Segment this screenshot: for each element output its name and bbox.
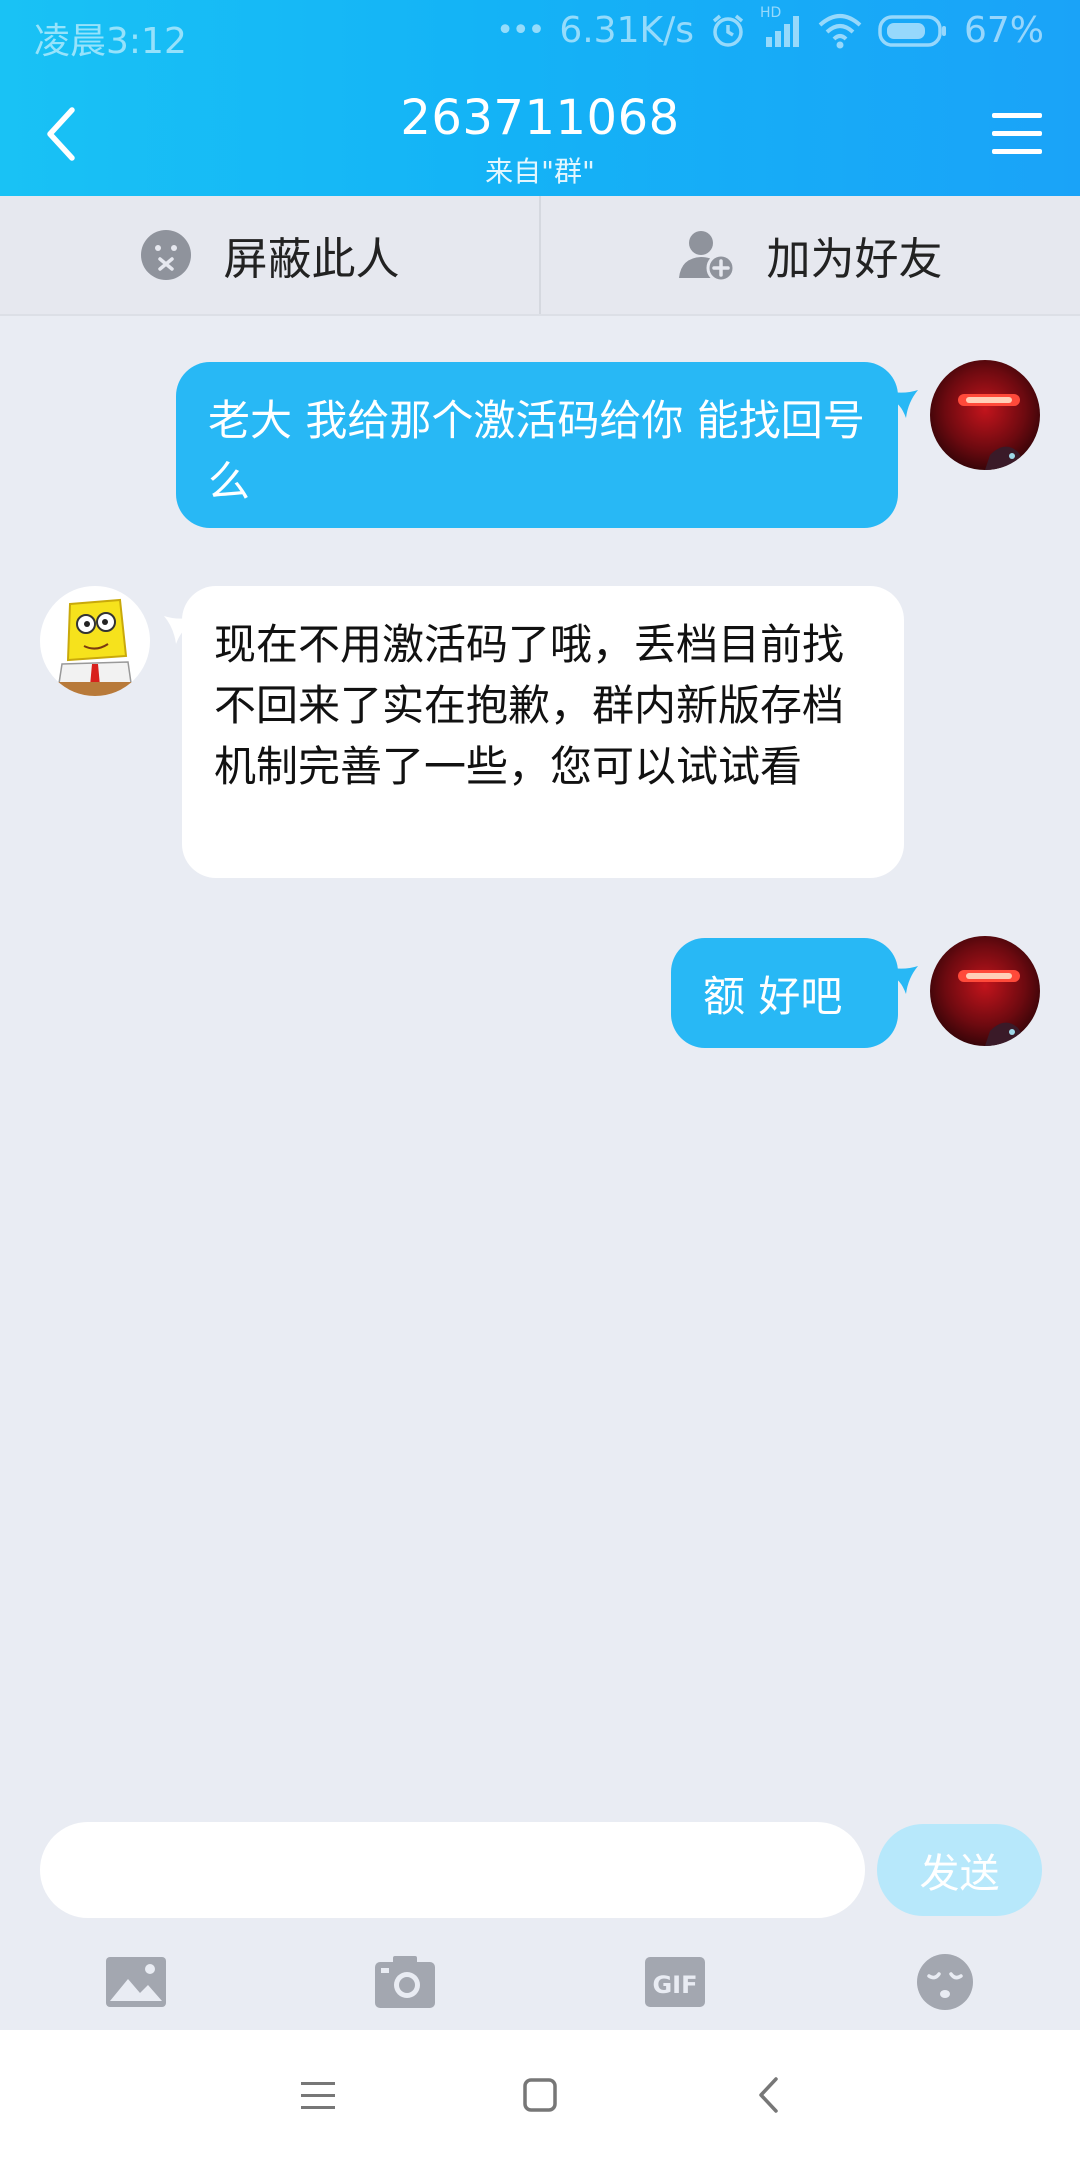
alarm-icon <box>710 13 746 49</box>
message-bubble-sent[interactable]: 老大 我给那个激活码给你 能找回号么 <box>176 362 898 528</box>
avatar-image <box>40 586 150 696</box>
camera-icon <box>375 1956 435 2008</box>
nav-menu-button[interactable] <box>283 2060 353 2130</box>
network-speed: 6.31K/s <box>559 10 694 51</box>
status-time: 凌晨3:12 <box>34 21 187 62</box>
svg-text:GIF: GIF <box>652 1971 697 1999</box>
menu-icon <box>301 2082 335 2109</box>
system-nav-bar <box>0 2030 1080 2160</box>
avatar-other[interactable] <box>40 586 150 696</box>
avatar-self[interactable] <box>930 360 1040 470</box>
message-input[interactable] <box>40 1822 865 1918</box>
home-icon <box>523 2078 557 2112</box>
add-friend-label: 加为好友 <box>766 234 943 285</box>
message-text: 老大 我给那个激活码给你 能找回号么 <box>208 396 865 506</box>
bubble-tail <box>892 390 918 418</box>
battery-icon <box>878 14 948 48</box>
block-user-label: 屏蔽此人 <box>223 234 400 285</box>
nav-home-button[interactable] <box>505 2060 575 2130</box>
chat-title: 263711068 <box>400 90 680 146</box>
title-bar: 263711068 来自"群" <box>0 68 1080 196</box>
message-bubble-sent[interactable]: 额 好吧 <box>671 938 898 1048</box>
image-button[interactable] <box>96 1940 176 2024</box>
image-icon <box>106 1957 166 2007</box>
input-toolbar: GIF <box>0 1940 1080 2024</box>
action-bar: 屏蔽此人 加为好友 <box>0 196 1080 316</box>
gif-button[interactable]: GIF <box>635 1940 715 2024</box>
emoji-icon <box>917 1954 973 2010</box>
avatar-image <box>930 360 1040 470</box>
back-icon <box>759 2077 778 2113</box>
menu-button[interactable] <box>984 100 1050 166</box>
send-button[interactable]: 发送 <box>877 1824 1042 1916</box>
add-friend-icon <box>678 231 735 282</box>
status-icons: ••• 6.31K/s HD 67% <box>496 5 1044 52</box>
app-header: 凌晨3:12 ••• 6.31K/s HD 67% 263711068 来自"群 <box>0 0 1080 196</box>
camera-button[interactable] <box>365 1940 445 2024</box>
message-bubble-received[interactable]: 现在不用激活码了哦，丢档目前找不回来了实在抱歉，群内新版存档机制完善了一些，您可… <box>182 586 904 878</box>
signal-hd-label: HD <box>759 4 782 21</box>
avatar-image <box>930 936 1040 1046</box>
more-dots: ••• <box>496 13 545 48</box>
bubble-tail <box>892 966 918 994</box>
hamburger-icon <box>992 113 1042 154</box>
nav-back-button[interactable] <box>733 2060 803 2130</box>
message-text: 额 好吧 <box>703 972 843 1021</box>
wifi-icon <box>818 13 862 49</box>
signal-icon: HD <box>760 5 802 49</box>
message-text: 现在不用激活码了哦，丢档目前找不回来了实在抱歉，群内新版存档机制完善了一些，您可… <box>214 620 845 791</box>
battery-percent: 67% <box>963 10 1044 51</box>
block-face-icon <box>140 230 191 280</box>
emoji-button[interactable] <box>905 1940 985 2024</box>
block-user-button[interactable]: 屏蔽此人 <box>0 196 539 314</box>
avatar-self[interactable] <box>930 936 1040 1046</box>
add-friend-button[interactable]: 加为好友 <box>541 196 1080 314</box>
chat-subtitle: 来自"群" <box>485 155 595 188</box>
gif-icon: GIF <box>645 1957 705 2007</box>
status-bar: 凌晨3:12 ••• 6.31K/s HD 67% <box>0 0 1080 68</box>
